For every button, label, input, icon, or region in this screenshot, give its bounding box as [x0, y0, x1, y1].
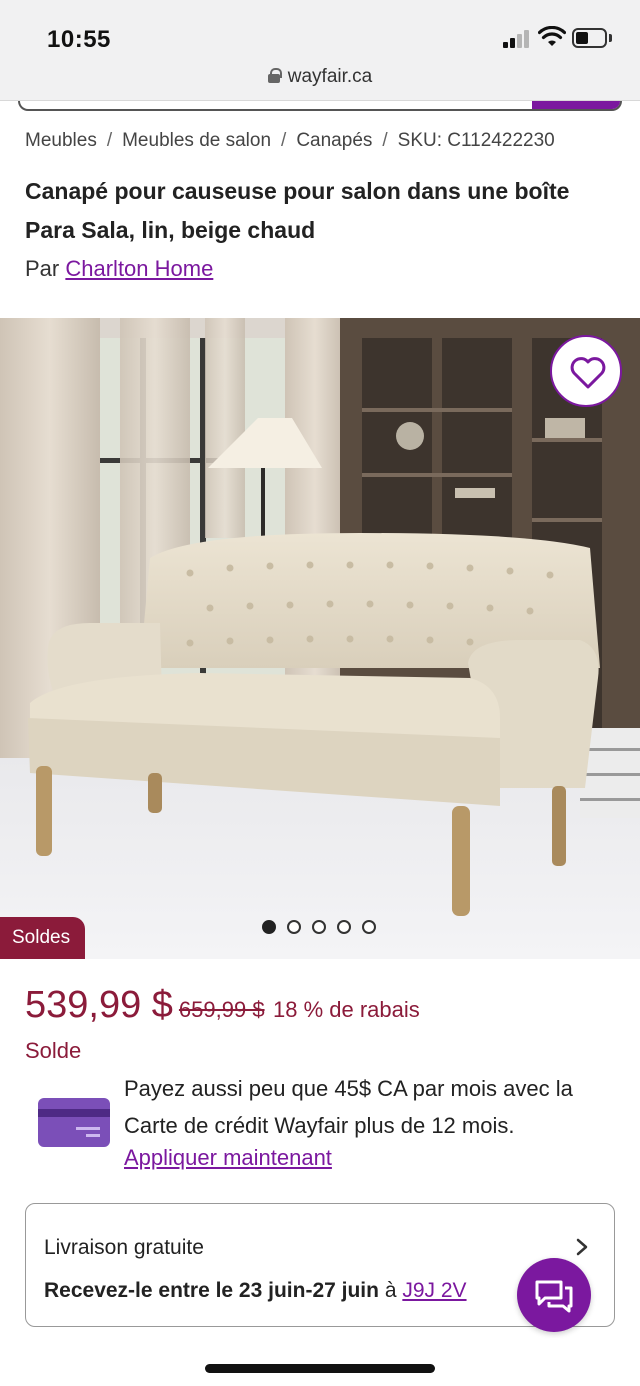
product-image[interactable] [0, 318, 640, 959]
discount-label: 18 % de rabais [273, 997, 420, 1022]
carousel-dot[interactable] [312, 920, 326, 934]
delivery-title: Livraison gratuite [44, 1236, 204, 1259]
byline-prefix: Par [25, 256, 60, 281]
lock-icon [267, 68, 282, 83]
breadcrumb-sku: SKU: C112422230 [397, 130, 555, 151]
home-indicator[interactable] [205, 1364, 435, 1373]
breadcrumb-link[interactable]: Meubles de salon [122, 130, 271, 151]
breadcrumb-separator: / [382, 130, 388, 151]
brand-link[interactable]: Charlton Home [65, 256, 213, 281]
credit-card-icon [38, 1098, 110, 1147]
product-byline: Par Charlton Home [25, 256, 213, 282]
carousel-dot[interactable] [362, 920, 376, 934]
current-price: 539,99 $ [25, 984, 173, 1026]
cellular-signal-icon [503, 30, 533, 48]
chat-icon [535, 1280, 573, 1313]
search-button[interactable] [532, 101, 620, 109]
breadcrumb-separator: / [106, 130, 113, 151]
breadcrumb-link[interactable]: Canapés [296, 130, 372, 151]
url-text: wayfair.ca [287, 66, 373, 87]
chevron-right-icon[interactable] [572, 1236, 592, 1258]
search-bar[interactable] [18, 101, 622, 111]
sale-badge: Soldes [0, 917, 85, 959]
favorite-button[interactable] [550, 335, 622, 407]
product-title: Canapé pour causeuse pour salon dans une… [25, 178, 570, 243]
chat-button[interactable] [517, 1258, 591, 1332]
wifi-icon [538, 26, 566, 46]
breadcrumb: Meubles / Meubles de salon / Canapés / SKU: C1… [25, 130, 555, 152]
delivery-date-range: Recevez-le entre le 23 juin-27 juin [44, 1279, 379, 1302]
old-price: 659,99 $ [178, 997, 265, 1022]
credit-promo-text: Payez aussi peu que 45$ CA par mois avec… [124, 1076, 573, 1138]
battery-icon [572, 28, 612, 48]
carousel-dot[interactable] [262, 920, 276, 934]
carousel-dot[interactable] [287, 920, 301, 934]
sofa-photo-illustration [0, 318, 640, 959]
delivery-dates: Recevez-le entre le 23 juin-27 juin à J9… [44, 1279, 467, 1303]
browser-chrome: 10:55 wayfair.ca [0, 0, 640, 101]
delivery-connector: à [384, 1279, 397, 1302]
carousel-dot[interactable] [337, 920, 351, 934]
price-row: 539,99 $659,99 $ 18 % de rabais [25, 984, 420, 1027]
apply-now-link[interactable]: Appliquer maintenant [124, 1145, 332, 1171]
breadcrumb-link[interactable]: Meubles [25, 130, 97, 151]
heart-icon [570, 357, 606, 389]
sale-label: Solde [25, 1038, 82, 1063]
status-time: 10:55 [47, 26, 111, 53]
address-bar[interactable]: wayfair.ca [0, 66, 640, 88]
postal-code-link[interactable]: J9J 2V [402, 1279, 466, 1302]
breadcrumb-separator: / [281, 130, 287, 151]
